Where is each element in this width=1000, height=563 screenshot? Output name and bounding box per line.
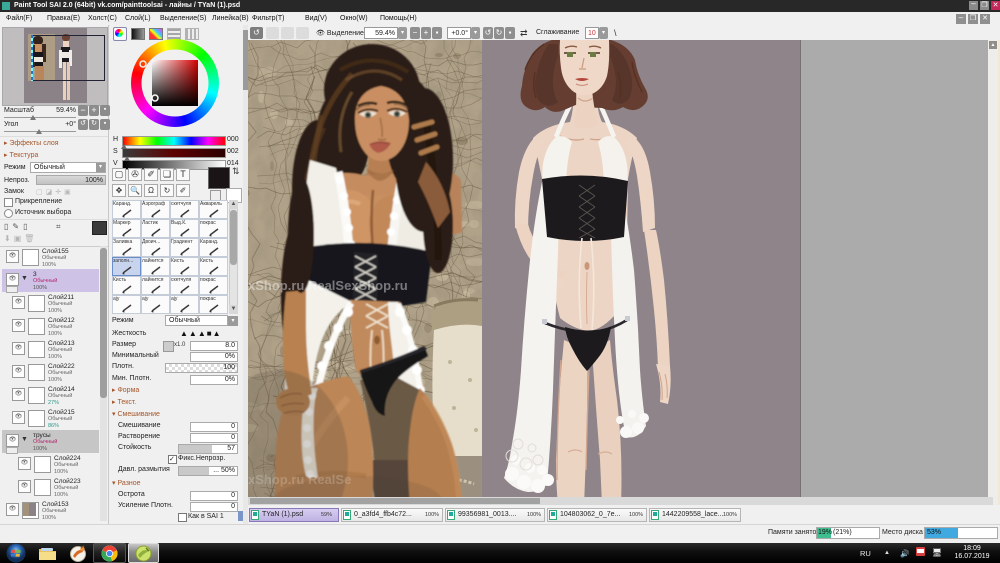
svg-text:xShop.ru RealSe: xShop.ru RealSe [248, 472, 351, 487]
svg-text:xShop.ru RealSexShop.ru: xShop.ru RealSexShop.ru [248, 278, 408, 293]
